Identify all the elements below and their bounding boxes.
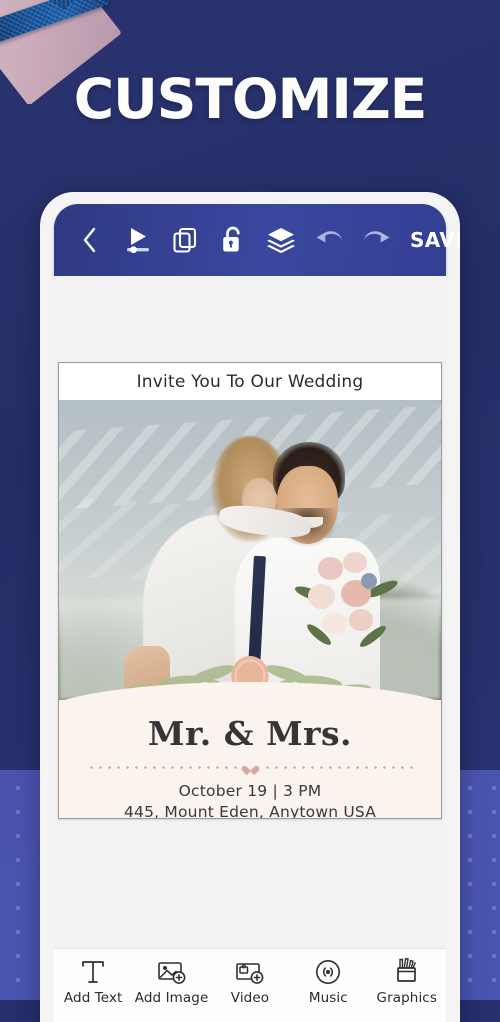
page-title: CUSTOMIZE bbox=[73, 67, 428, 131]
editor-toolbar: SAVE bbox=[54, 204, 460, 276]
add-text-icon bbox=[80, 956, 106, 986]
divider-line-right bbox=[262, 765, 413, 769]
music-label: Music bbox=[308, 990, 348, 1006]
phone-mockup: SAVE Invite You To Our Wedding bbox=[40, 192, 460, 1022]
music-button[interactable]: Music bbox=[290, 956, 366, 1006]
bottom-toolbar: Add Text Add Image Video Music Graphics bbox=[54, 948, 446, 1022]
add-text-label: Add Text bbox=[63, 990, 123, 1006]
video-icon bbox=[235, 956, 265, 986]
add-image-button[interactable]: Add Image bbox=[134, 956, 210, 1006]
couple-names[interactable]: Mr. & Mrs. bbox=[59, 714, 441, 753]
music-icon bbox=[314, 956, 342, 986]
heart-divider bbox=[87, 762, 413, 772]
editor-canvas[interactable]: Invite You To Our Wedding Mr. & Mrs. Oct… bbox=[54, 276, 446, 956]
preview-play-button[interactable] bbox=[114, 217, 160, 263]
event-address[interactable]: 445, Mount Eden, Anytown USA bbox=[59, 803, 441, 818]
video-button[interactable]: Video bbox=[212, 956, 288, 1006]
save-button[interactable]: SAVE bbox=[404, 224, 460, 256]
duplicate-button[interactable] bbox=[162, 217, 208, 263]
card-photo[interactable] bbox=[59, 400, 441, 700]
undo-button[interactable] bbox=[306, 217, 352, 263]
graphics-label: Graphics bbox=[376, 990, 437, 1006]
add-image-icon bbox=[157, 956, 187, 986]
photo-bouquet bbox=[292, 550, 400, 664]
graphics-button[interactable]: Graphics bbox=[369, 956, 445, 1006]
invitation-card[interactable]: Invite You To Our Wedding Mr. & Mrs. Oct… bbox=[58, 362, 442, 819]
event-date-time[interactable]: October 19 | 3 PM bbox=[59, 782, 441, 800]
unlock-button[interactable] bbox=[210, 217, 256, 263]
layers-button[interactable] bbox=[258, 217, 304, 263]
add-text-button[interactable]: Add Text bbox=[55, 956, 131, 1006]
add-image-label: Add Image bbox=[134, 990, 209, 1006]
back-button[interactable] bbox=[66, 217, 112, 263]
card-title[interactable]: Invite You To Our Wedding bbox=[59, 363, 441, 400]
graphics-icon bbox=[393, 956, 421, 986]
video-label: Video bbox=[230, 990, 270, 1006]
divider-line-left bbox=[87, 765, 238, 769]
heart-icon bbox=[245, 762, 256, 772]
card-details-panel: Mr. & Mrs. October 19 | 3 PM 445, Mount … bbox=[59, 700, 441, 818]
redo-button[interactable] bbox=[354, 217, 400, 263]
